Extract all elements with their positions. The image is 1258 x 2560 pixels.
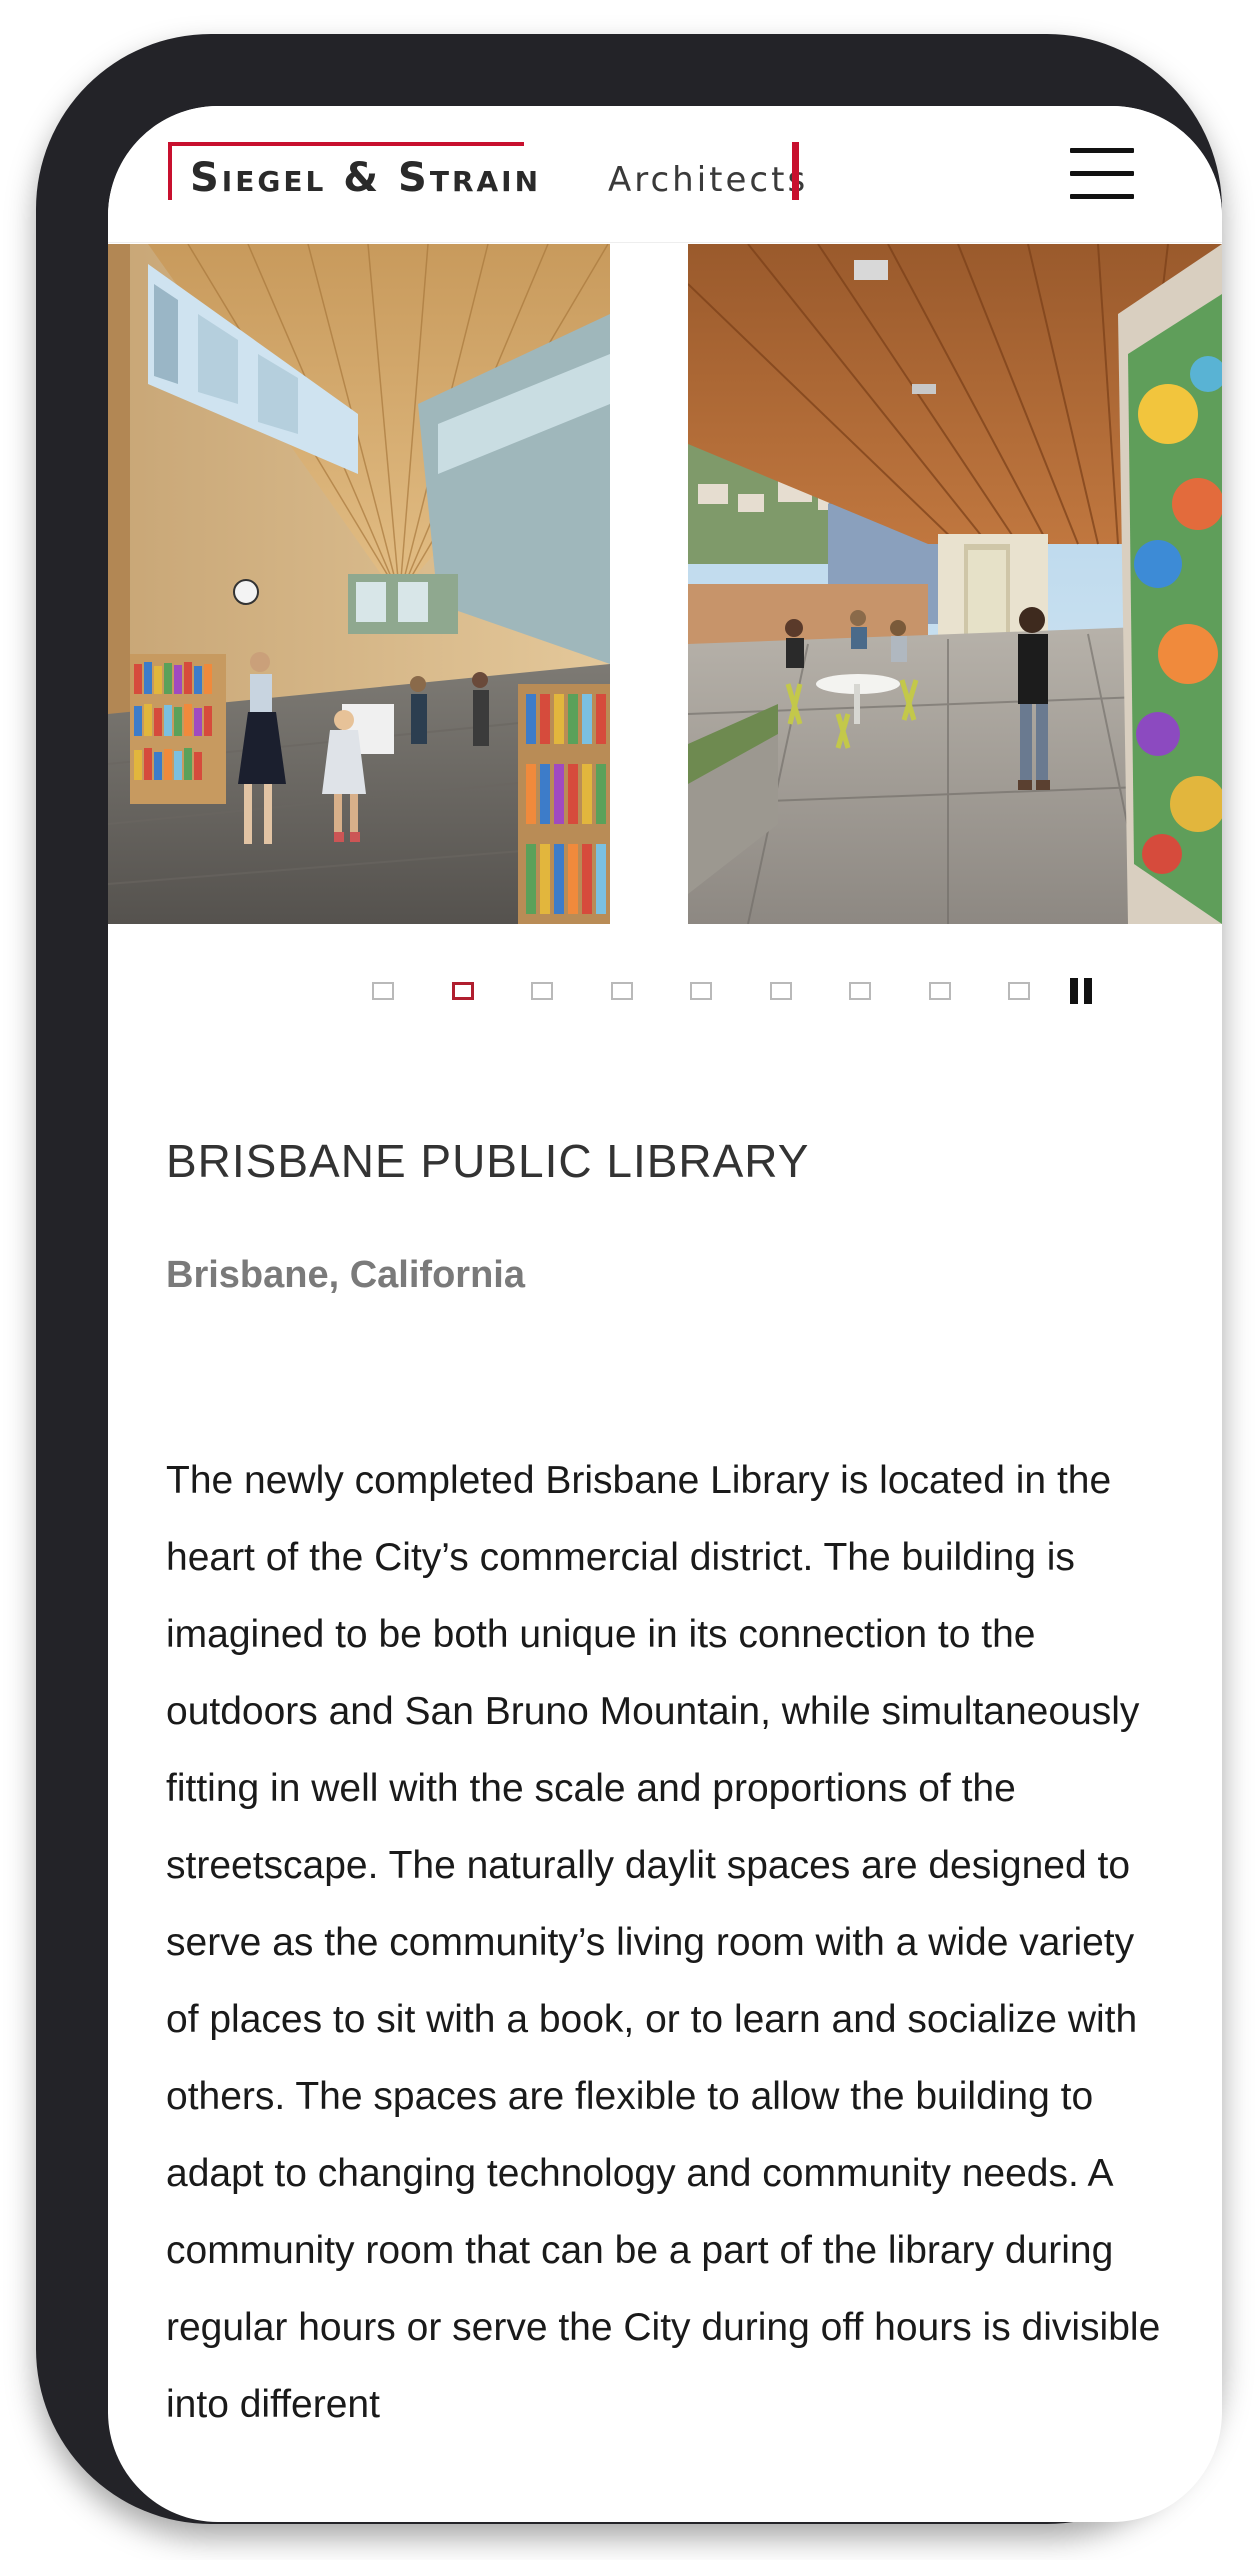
device-screen: Siegel & Strain Architects BRISBANE PUBL… [108,106,1222,2522]
site-header: Siegel & Strain Architects [108,106,1222,243]
pager-dot[interactable] [372,982,394,1000]
pager-dot[interactable] [849,982,871,1000]
site-logo[interactable]: Siegel & Strain Architects [168,142,808,202]
logo-accent-bar-top [168,142,524,146]
pager-dot[interactable] [1008,982,1030,1000]
logo-accent-bar-left [168,142,172,200]
pager-dot-active[interactable] [452,982,474,1000]
pager-dot[interactable] [929,982,951,1000]
slide-patio[interactable] [688,244,1222,924]
logo-subtitle: Architects [608,160,809,200]
device-frame: Siegel & Strain Architects BRISBANE PUBL… [36,34,1222,2524]
pause-icon[interactable] [1070,978,1096,1006]
slide-library-interior[interactable] [108,244,610,924]
slider-pager [108,974,1222,1014]
pager-dot[interactable] [770,982,792,1000]
logo-accent-bar-right [792,142,799,200]
project-location: Brisbane, California [166,1254,525,1296]
logo-name: Siegel & Strain [190,155,542,201]
pager-dot[interactable] [690,982,712,1000]
hamburger-menu-icon[interactable] [1070,148,1134,200]
image-slider[interactable] [108,244,1222,924]
patio-image [688,244,1222,924]
pager-dot[interactable] [611,982,633,1000]
library-interior-image [108,244,610,924]
project-title: BRISBANE PUBLIC LIBRARY [166,1135,810,1187]
project-description: The newly completed Brisbane Library is … [166,1459,1161,2426]
pager-dot[interactable] [531,982,553,1000]
